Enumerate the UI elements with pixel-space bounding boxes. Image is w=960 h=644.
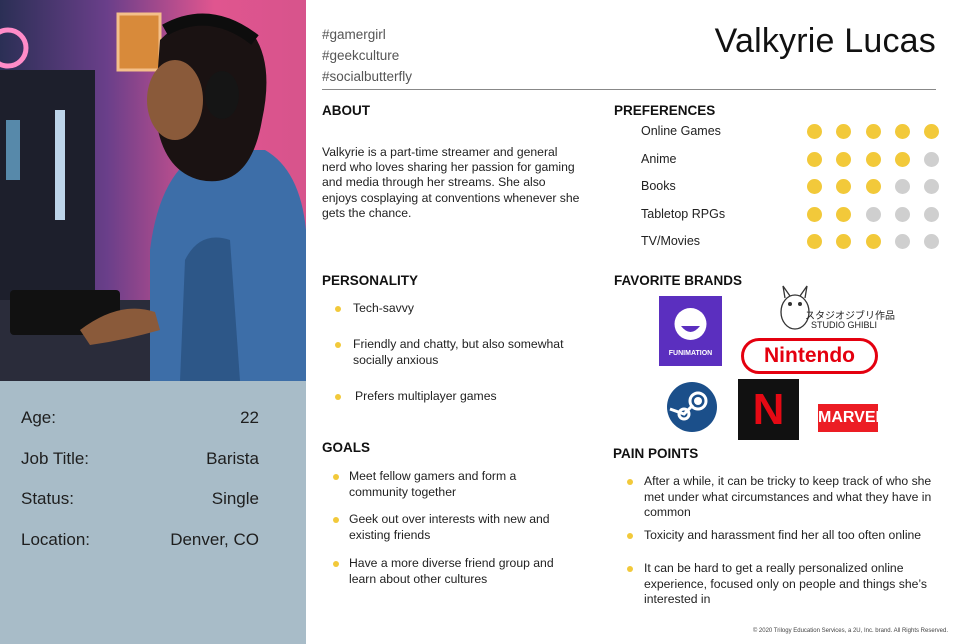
stat-status: Status: Single xyxy=(21,489,259,509)
brands-heading: FAVORITE BRANDS xyxy=(614,273,743,288)
header-divider xyxy=(322,89,936,90)
stat-value: Denver, CO xyxy=(170,530,259,549)
stat-location: Location: Denver, CO xyxy=(21,530,259,550)
preference-label: Online Games xyxy=(641,124,721,138)
bullet-icon xyxy=(335,342,341,348)
rating-dot-empty xyxy=(924,206,940,222)
stat-value: Single xyxy=(211,489,259,508)
preference-label: Anime xyxy=(641,151,677,166)
list-item: Have a more diverse friend group and lea… xyxy=(333,556,583,587)
list-item: Toxicity and harassment find her all too… xyxy=(627,528,949,544)
bullet-icon xyxy=(627,479,633,485)
rating-dot-empty xyxy=(924,234,940,249)
stat-label: Status: xyxy=(21,489,74,508)
rating-dot-filled xyxy=(836,124,852,139)
list-item: Geek out over interests with new and exi… xyxy=(333,512,573,543)
netflix-logo: N xyxy=(738,379,799,440)
bullet-icon xyxy=(335,306,341,312)
list-item: Meet fellow gamers and form a community … xyxy=(333,469,573,500)
rating-dot-empty xyxy=(924,151,940,167)
preference-row: Online Games xyxy=(641,124,941,144)
rating-dot-filled xyxy=(836,234,852,249)
netflix-wordmark: N xyxy=(752,385,785,434)
rating-dot-filled xyxy=(865,179,881,194)
preference-label: Books xyxy=(641,179,676,193)
preference-row: Anime xyxy=(641,151,941,172)
hashtag-list: #gamergirl #geekculture #socialbutterfly xyxy=(322,24,412,87)
funimation-wordmark: FUNIMATION xyxy=(668,350,713,357)
ghibli-wordmark: STUDIO GHIBLI xyxy=(811,320,878,330)
hashtag: #socialbutterfly xyxy=(322,69,413,84)
rating-dot-filled xyxy=(807,234,822,249)
bullet-icon xyxy=(333,517,339,523)
persona-photo xyxy=(0,0,306,381)
rating-dot-filled xyxy=(865,124,881,139)
preference-label: Tabletop RPGs xyxy=(641,206,726,221)
preferences-heading: PREFERENCES xyxy=(614,103,716,118)
rating-dot-empty xyxy=(894,234,910,249)
copyright-footer: © 2020 Trilogy Education Services, a 2U,… xyxy=(752,628,948,634)
pain-points-heading: PAIN POINTS xyxy=(613,446,699,461)
funimation-logo: FUNIMATION xyxy=(659,296,722,366)
marvel-logo: MARVEL xyxy=(818,404,886,432)
bullet-icon xyxy=(333,561,339,567)
list-item: Prefers multiplayer games xyxy=(335,389,575,405)
rating-dot-filled xyxy=(807,179,822,194)
rating-dot-filled xyxy=(894,151,910,167)
stat-value: Barista xyxy=(206,449,259,468)
list-item: Tech-savvy xyxy=(335,301,575,317)
list-item: It can be hard to get a really personali… xyxy=(627,561,937,608)
about-heading: ABOUT xyxy=(322,103,370,118)
rating-dot-filled xyxy=(836,151,852,167)
rating-dot-empty xyxy=(865,206,881,222)
rating-dot-filled xyxy=(924,124,940,139)
stat-label: Age: xyxy=(21,408,56,427)
stat-value: 22 xyxy=(240,408,259,427)
hashtag: #geekculture xyxy=(322,48,400,63)
nintendo-wordmark: Nintendo xyxy=(764,344,855,367)
bullet-icon xyxy=(333,474,339,480)
rating-dot-filled xyxy=(807,151,822,167)
persona-stats-panel: Age: 22 Job Title: Barista Status: Singl… xyxy=(0,381,306,644)
rating-dot-filled xyxy=(865,234,881,249)
stat-label: Job Title: xyxy=(21,449,90,468)
preference-row: Books xyxy=(641,179,941,199)
rating-dot-empty xyxy=(894,206,910,222)
hashtag: #gamergirl xyxy=(322,27,386,42)
rating-dot-filled xyxy=(836,179,852,194)
bullet-icon xyxy=(335,394,341,400)
steam-logo xyxy=(666,381,718,433)
stat-label: Location: xyxy=(21,530,90,549)
about-text: Valkyrie is a part-time streamer and gen… xyxy=(322,145,580,220)
stat-job-title: Job Title: Barista xyxy=(21,449,259,469)
rating-dot-filled xyxy=(865,151,881,167)
studio-ghibli-logo: スタジオジブリ作品 STUDIO GHIBLI xyxy=(775,282,895,334)
preference-label: TV/Movies xyxy=(641,234,701,248)
rating-dot-filled xyxy=(894,124,910,139)
preference-row: Tabletop RPGs xyxy=(641,206,941,227)
bullet-icon xyxy=(627,566,633,572)
list-item: After a while, it can be tricky to keep … xyxy=(627,474,949,521)
preference-row: TV/Movies xyxy=(641,234,941,254)
list-item: Friendly and chatty, but also somewhat s… xyxy=(335,337,585,368)
rating-dot-filled xyxy=(807,206,822,222)
nintendo-logo: Nintendo xyxy=(741,338,878,374)
rating-dot-filled xyxy=(807,124,822,139)
personality-heading: PERSONALITY xyxy=(322,273,419,288)
goals-heading: GOALS xyxy=(322,440,371,455)
rating-dot-filled xyxy=(836,206,852,222)
stat-age: Age: 22 xyxy=(21,408,259,428)
bullet-icon xyxy=(627,533,633,539)
marvel-wordmark: MARVEL xyxy=(818,409,886,426)
rating-dot-empty xyxy=(924,179,940,194)
persona-name: Valkyrie Lucas xyxy=(714,22,936,60)
rating-dot-empty xyxy=(894,179,910,194)
